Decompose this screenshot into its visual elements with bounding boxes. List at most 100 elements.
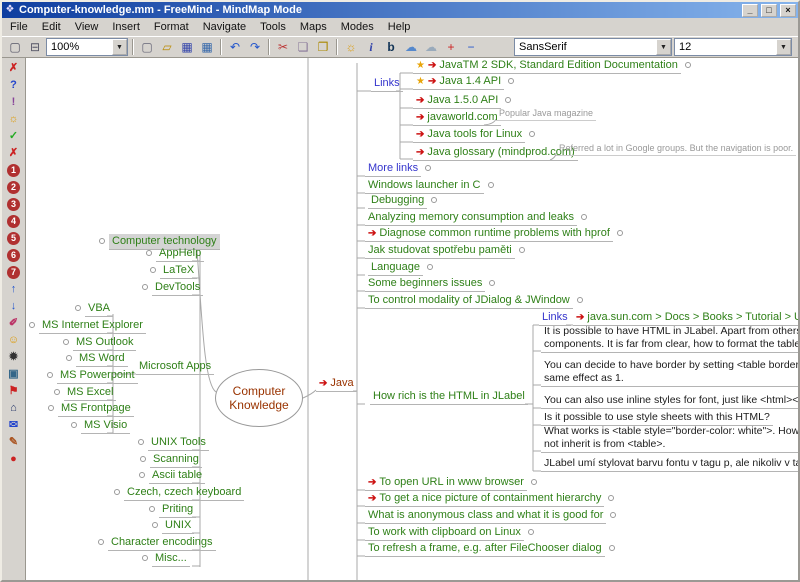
fold-handle[interactable] (48, 405, 54, 411)
mindmap-node[interactable]: Ascii table (149, 468, 205, 484)
cloud-icon[interactable]: ☁ (402, 38, 420, 56)
idea-icon[interactable]: ☼ (5, 112, 22, 127)
bubble-icon[interactable]: ☁ (422, 38, 440, 56)
back-icon[interactable]: ↑ (5, 282, 22, 297)
zoom-out-icon[interactable]: − (462, 38, 480, 56)
priority-6-icon[interactable]: 6 (7, 249, 20, 262)
fold-handle[interactable] (47, 372, 53, 378)
mindmap-node[interactable]: Czech, czech keyboard (124, 485, 244, 501)
mindmap-node[interactable]: ➔javaworld.com (413, 110, 501, 126)
size-combo[interactable]: 12▼ (674, 38, 792, 56)
mindmap-node[interactable]: Microsoft Apps (136, 359, 214, 375)
print-icon[interactable]: ⊟ (26, 38, 44, 56)
mindmap-node[interactable]: UNIX Tools (148, 435, 209, 451)
mindmap-root-node[interactable]: Computer Knowledge (215, 369, 303, 427)
fold-handle[interactable] (685, 62, 691, 68)
flag-icon[interactable]: ⚑ (5, 384, 22, 399)
mindmap-node[interactable]: UNIX (162, 518, 194, 534)
mindmap-canvas[interactable]: Computer Knowledge Computer technologyAp… (26, 58, 798, 580)
fold-handle[interactable] (577, 297, 583, 303)
attach-icon[interactable]: ✐ (5, 316, 22, 331)
fold-handle[interactable] (150, 267, 156, 273)
maximize-button[interactable]: □ (761, 4, 777, 17)
undo-icon[interactable]: ↶ (226, 38, 244, 56)
mindmap-node[interactable]: Misc... (152, 551, 190, 567)
mindmap-node[interactable]: MS Internet Explorer (39, 318, 146, 334)
idea-icon[interactable]: ☼ (342, 38, 360, 56)
fold-handle[interactable] (149, 506, 155, 512)
menu-insert[interactable]: Insert (105, 19, 147, 36)
mindmap-node[interactable]: VBA (85, 301, 113, 317)
mindmap-node[interactable]: DevTools (152, 280, 203, 296)
mindmap-node[interactable]: To refresh a frame, e.g. after FileChoos… (365, 541, 605, 557)
mindmap-node[interactable]: MS Frontpage (58, 401, 134, 417)
mindmap-node[interactable]: What works is <table style="border-color… (541, 424, 798, 453)
menu-file[interactable]: File (3, 19, 35, 36)
priority-7-icon[interactable]: 7 (7, 266, 20, 279)
ok-icon[interactable]: ✓ (5, 129, 22, 144)
priority-2-icon[interactable]: 2 (7, 181, 20, 194)
mindmap-node[interactable]: Links (371, 76, 403, 92)
priority-3-icon[interactable]: 3 (7, 198, 20, 211)
fold-handle[interactable] (617, 230, 623, 236)
mindmap-node[interactable]: Windows launcher in C (365, 178, 484, 194)
fold-handle[interactable] (54, 389, 60, 395)
mindmap-node[interactable]: You can decide to have border by setting… (541, 358, 798, 387)
fold-handle[interactable] (142, 284, 148, 290)
fold-handle[interactable] (71, 422, 77, 428)
mindmap-node[interactable]: More links (365, 161, 421, 177)
priority-4-icon[interactable]: 4 (7, 215, 20, 228)
forward-icon[interactable]: ↓ (5, 299, 22, 314)
copy-icon[interactable]: ❏ (294, 38, 312, 56)
fold-handle[interactable] (152, 522, 158, 528)
cut-icon[interactable]: ✂ (274, 38, 292, 56)
mindmap-node[interactable]: AppHelp (156, 246, 204, 262)
mindmap-node[interactable]: JLabel umí stylovat barvu fontu v tagu p… (541, 456, 798, 472)
fold-handle[interactable] (29, 322, 35, 328)
priority-1-icon[interactable]: 1 (7, 164, 20, 177)
mindmap-node[interactable]: Jak studovat spotřebu paměti (365, 243, 515, 259)
fold-handle[interactable] (581, 214, 587, 220)
mindmap-node[interactable]: Language (368, 260, 423, 276)
mindmap-node[interactable]: MS Word (76, 351, 128, 367)
mindmap-node[interactable]: Character encodings (108, 535, 216, 551)
warning-icon[interactable]: ! (5, 95, 22, 110)
fold-handle[interactable] (146, 250, 152, 256)
home-icon[interactable]: ⌂ (5, 401, 22, 416)
new-map-icon[interactable]: ▢ (6, 38, 24, 56)
mindmap-node[interactable]: ➔Java 1.5.0 API (413, 93, 501, 109)
save-icon[interactable]: ▦ (178, 38, 196, 56)
fold-handle[interactable] (140, 456, 146, 462)
window-titlebar[interactable]: ❖ Computer-knowledge.mm - FreeMind - Min… (2, 2, 798, 18)
menu-modes[interactable]: Modes (334, 19, 381, 36)
remove-icon[interactable]: ✗ (5, 61, 22, 76)
fold-handle[interactable] (63, 339, 69, 345)
mindmap-node[interactable]: Scanning (150, 452, 202, 468)
chevron-down-icon[interactable]: ▼ (776, 39, 791, 55)
mindmap-node[interactable]: ➔Java (316, 376, 357, 392)
menu-help[interactable]: Help (381, 19, 418, 36)
mindmap-node[interactable]: To work with clipboard on Linux (365, 525, 524, 541)
menu-format[interactable]: Format (147, 19, 196, 36)
fold-handle[interactable] (139, 472, 145, 478)
fold-handle[interactable] (531, 479, 537, 485)
mindmap-node[interactable]: Analyzing memory consumption and leaks (365, 210, 577, 226)
new-icon[interactable]: ▢ (138, 38, 156, 56)
mindmap-node[interactable]: Debugging (368, 193, 427, 209)
font-combo[interactable]: SansSerif▼ (514, 38, 672, 56)
bomb-icon[interactable]: ✹ (5, 350, 22, 365)
fold-handle[interactable] (142, 555, 148, 561)
fold-handle[interactable] (99, 238, 105, 244)
mindmap-node[interactable]: You can also use inline styles for font,… (541, 393, 798, 409)
saveas-icon[interactable]: ▦ (198, 38, 216, 56)
menu-navigate[interactable]: Navigate (196, 19, 253, 36)
fold-handle[interactable] (519, 247, 525, 253)
fold-handle[interactable] (114, 489, 120, 495)
mindmap-node[interactable]: To control modality of JDialog & JWindow (365, 293, 573, 309)
stop-icon[interactable]: ● (5, 452, 22, 467)
redo-icon[interactable]: ↷ (246, 38, 264, 56)
chevron-down-icon[interactable]: ▼ (656, 39, 671, 55)
menu-view[interactable]: View (68, 19, 106, 36)
not-ok-icon[interactable]: ✗ (5, 146, 22, 161)
desktop-icon[interactable]: ▣ (5, 367, 22, 382)
